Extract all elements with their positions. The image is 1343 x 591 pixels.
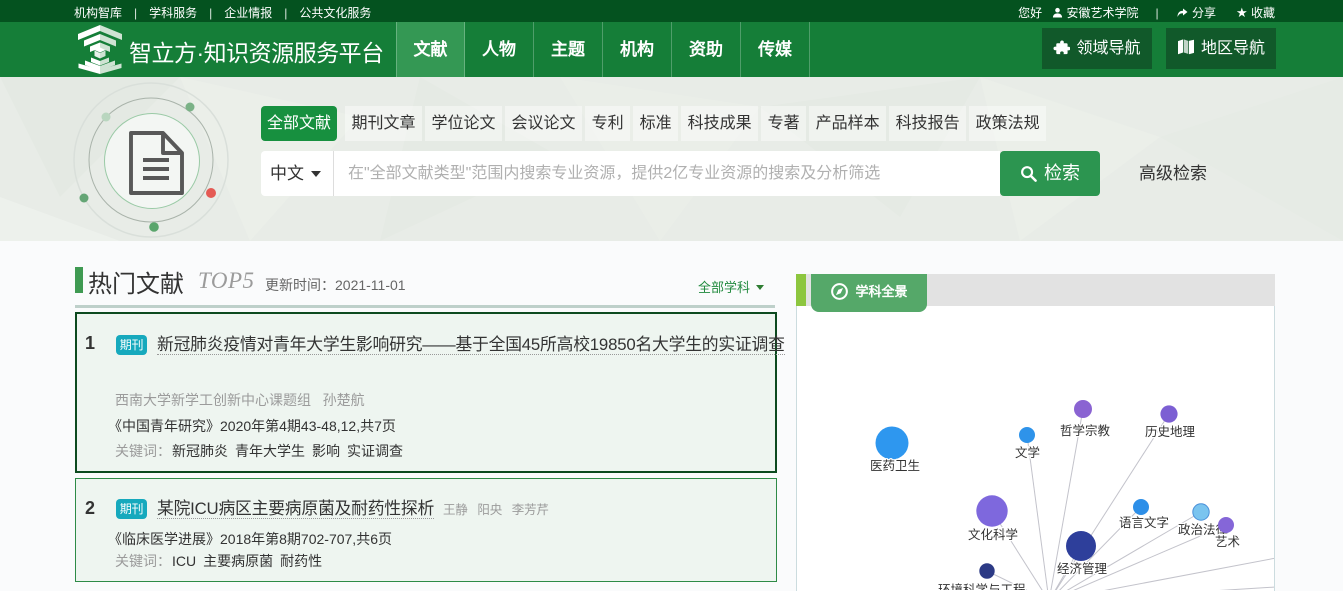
svg-text:哲学宗教: 哲学宗教: [1060, 423, 1111, 438]
svg-text:艺术: 艺术: [1215, 535, 1241, 549]
svg-text:历史地理: 历史地理: [1145, 425, 1196, 439]
svg-text:语言文字: 语言文字: [1119, 515, 1169, 530]
svg-text:文化科学: 文化科学: [968, 527, 1018, 542]
svg-text:经济管理: 经济管理: [1057, 561, 1108, 576]
svg-text:环境科学与工程: 环境科学与工程: [938, 582, 1026, 590]
svg-text:医药卫生: 医药卫生: [870, 459, 920, 473]
svg-text:文学: 文学: [1015, 445, 1040, 460]
